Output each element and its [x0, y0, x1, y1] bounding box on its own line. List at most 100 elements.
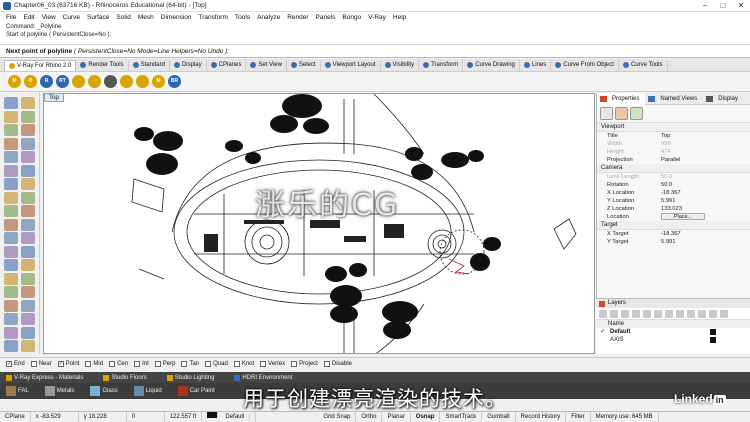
material-fal[interactable]: FAL [6, 386, 37, 396]
property-value[interactable]: 5.991 [661, 238, 750, 246]
properties-tab-named-views[interactable]: Named Views [645, 95, 703, 102]
menu-curve[interactable]: Curve [63, 14, 80, 21]
layer-tool-icon[interactable] [665, 309, 673, 318]
tool-icon[interactable] [21, 164, 35, 177]
material-icon[interactable] [615, 107, 628, 120]
vray-button-icon[interactable]: M [152, 75, 165, 88]
tool-icon[interactable] [21, 326, 35, 339]
tab-display[interactable]: Display [170, 59, 207, 71]
vray-button-icon[interactable] [120, 75, 133, 88]
properties-tab-display[interactable]: Display [703, 95, 744, 102]
tab-transform[interactable]: Transform [419, 59, 464, 71]
tool-icon[interactable] [4, 326, 18, 339]
tool-icon[interactable] [4, 299, 18, 312]
tool-icon[interactable] [4, 151, 18, 163]
tool-icon[interactable] [21, 340, 35, 352]
tool-icon[interactable] [21, 299, 35, 312]
tab-curve-drawing[interactable]: Curve Drawing [463, 59, 520, 71]
material-glass[interactable]: Glass [90, 386, 125, 396]
osnap-project[interactable]: Project [291, 360, 318, 367]
tool-icon[interactable] [21, 124, 35, 136]
osnap-checkbox[interactable] [291, 360, 298, 367]
tool-icon[interactable] [4, 124, 18, 136]
tool-icon[interactable] [4, 232, 18, 244]
osnap-end[interactable]: ✓ End [6, 360, 25, 367]
tab-visibility[interactable]: Visibility [381, 59, 420, 71]
property-value[interactable]: -18.367 [661, 230, 750, 238]
layer-tool-icon[interactable] [687, 309, 695, 318]
property-value[interactable]: Top [661, 132, 750, 140]
vray-button-icon[interactable]: BR [168, 75, 181, 88]
status-osnap[interactable]: Osnap [411, 412, 441, 422]
property-value[interactable]: Parallel [661, 156, 750, 164]
osnap-disable[interactable]: Disable [323, 360, 352, 367]
vray-button-icon[interactable] [88, 75, 101, 88]
vray-button-icon[interactable] [104, 75, 117, 88]
tool-icon[interactable] [21, 151, 35, 163]
osnap-perp[interactable]: Perp [154, 360, 175, 367]
tool-icon[interactable] [4, 137, 18, 150]
menu-help[interactable]: Help [393, 14, 406, 21]
minimize-icon[interactable]: – [696, 0, 714, 12]
vray-button-icon[interactable]: RT [56, 75, 69, 88]
layer-tool-icon[interactable] [720, 309, 728, 318]
osnap-checkbox[interactable] [154, 360, 161, 367]
osnap-knot[interactable]: Knot [233, 360, 254, 367]
status-smarttrack[interactable]: SmartTrack [440, 412, 483, 422]
layer-tool-icon[interactable] [709, 309, 717, 318]
menu-solid[interactable]: Solid [116, 14, 130, 21]
osnap-tan[interactable]: Tan [181, 360, 199, 367]
material-tab-hdri-environment[interactable]: HDRI Environment [234, 374, 302, 381]
menu-v-ray[interactable]: V-Ray [368, 14, 386, 21]
texture-icon[interactable] [630, 107, 643, 120]
property-value[interactable]: -18.367 [661, 189, 750, 197]
osnap-checkbox[interactable] [30, 360, 37, 367]
properties-tab-properties[interactable]: Properties [597, 92, 646, 105]
tool-icon[interactable] [21, 137, 35, 150]
tool-icon[interactable] [4, 164, 18, 177]
status-planar[interactable]: Planar [382, 412, 411, 422]
osnap-int[interactable]: Int [134, 360, 149, 367]
tool-icon[interactable] [21, 232, 35, 244]
tool-icon[interactable] [4, 340, 18, 352]
property-value[interactable]: 133.023 [661, 205, 750, 213]
material-liquid[interactable]: Liquid [133, 386, 170, 396]
tab-lines[interactable]: Lines [520, 59, 552, 71]
tab-curve-from-object[interactable]: Curve From Object [551, 59, 619, 71]
tool-icon[interactable] [21, 259, 35, 271]
osnap-cen[interactable]: Cen [109, 360, 128, 367]
osnap-checkbox[interactable] [233, 360, 240, 367]
tool-icon[interactable] [21, 286, 35, 298]
layer-tool-icon[interactable] [654, 309, 662, 318]
tool-icon[interactable] [4, 191, 18, 204]
tool-icon[interactable] [21, 97, 35, 109]
property-value[interactable]: 5.991 [661, 197, 750, 205]
tab-set-view[interactable]: Set View [246, 59, 287, 71]
menu-dimension[interactable]: Dimension [161, 14, 192, 21]
tool-icon[interactable] [4, 272, 18, 285]
layer-row[interactable]: ✓ Default [596, 328, 750, 336]
layer-tool-icon[interactable] [621, 309, 629, 318]
material-metals[interactable]: Metals [44, 386, 83, 396]
layer-tool-icon[interactable] [599, 309, 607, 318]
tool-icon[interactable] [4, 97, 18, 109]
status-ortho[interactable]: Ortho [356, 412, 383, 422]
status-cplane[interactable]: CPlane [0, 412, 31, 422]
menu-render[interactable]: Render [287, 14, 308, 21]
osnap-checkbox[interactable]: ✓ [6, 360, 12, 367]
layer-row[interactable]: AXIS [596, 336, 750, 344]
menu-file[interactable]: File [6, 14, 16, 21]
layer-color-icon[interactable] [710, 329, 716, 335]
tab-curve-tools[interactable]: Curve Tools [619, 59, 668, 71]
tab-cplanes[interactable]: CPlanes [207, 59, 247, 71]
tool-icon[interactable] [21, 110, 35, 123]
status-record-history[interactable]: Record History [516, 412, 567, 422]
osnap-checkbox[interactable] [85, 360, 92, 367]
material-tab-studio-lighting[interactable]: Studio Lighting [166, 374, 225, 381]
menu-bongo[interactable]: Bongo [342, 14, 361, 21]
osnap-point[interactable]: ✓ Point [57, 360, 79, 367]
status-layer[interactable]: Default [202, 412, 257, 422]
tab-render-tools[interactable]: Render Tools [76, 59, 129, 71]
layer-tool-icon[interactable] [698, 309, 706, 318]
osnap-near[interactable]: Near [30, 360, 52, 367]
